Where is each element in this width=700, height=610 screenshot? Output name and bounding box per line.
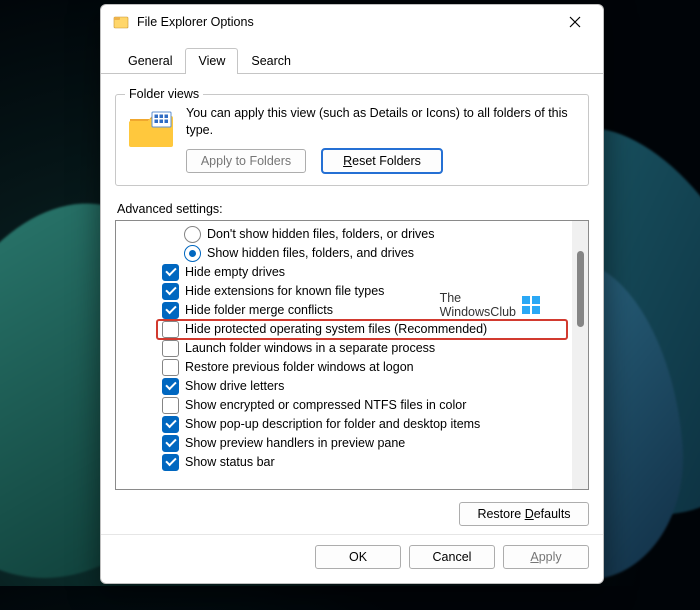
advanced-setting-row[interactable]: Hide extensions for known file types: [116, 282, 572, 301]
setting-label: Show hidden files, folders, and drives: [207, 246, 414, 260]
radio-button[interactable]: [184, 226, 201, 243]
setting-label: Show preview handlers in preview pane: [185, 436, 405, 450]
folder-views-group: Folder views You can apply this view (su…: [115, 94, 589, 186]
setting-label: Show status bar: [185, 455, 275, 469]
setting-label: Launch folder windows in a separate proc…: [185, 341, 435, 355]
setting-label: Hide extensions for known file types: [185, 284, 384, 298]
app-icon: [113, 14, 129, 30]
checkbox[interactable]: [162, 397, 179, 414]
advanced-setting-row[interactable]: Show preview handlers in preview pane: [116, 434, 572, 453]
reset-folders-button[interactable]: Reset Folders: [322, 149, 442, 173]
checkbox[interactable]: [162, 283, 179, 300]
tab-content: Folder views You can apply this view (su…: [101, 74, 603, 534]
titlebar: File Explorer Options: [101, 5, 603, 39]
checkbox[interactable]: [162, 435, 179, 452]
setting-label: Don't show hidden files, folders, or dri…: [207, 227, 435, 241]
setting-label: Hide empty drives: [185, 265, 285, 279]
ok-button[interactable]: OK: [315, 545, 401, 569]
advanced-settings-list[interactable]: Don't show hidden files, folders, or dri…: [116, 221, 572, 489]
cancel-button[interactable]: Cancel: [409, 545, 495, 569]
checkbox[interactable]: [162, 264, 179, 281]
tab-view[interactable]: View: [185, 48, 238, 74]
checkbox[interactable]: [162, 340, 179, 357]
scrollbar-thumb[interactable]: [577, 251, 584, 327]
close-icon: [569, 16, 581, 28]
advanced-setting-row[interactable]: Hide protected operating system files (R…: [116, 320, 572, 339]
checkbox[interactable]: [162, 302, 179, 319]
checkbox[interactable]: [162, 378, 179, 395]
setting-label: Restore previous folder windows at logon: [185, 360, 414, 374]
advanced-setting-row[interactable]: Hide folder merge conflicts: [116, 301, 572, 320]
file-explorer-options-dialog: File Explorer Options General View Searc…: [100, 4, 604, 584]
advanced-setting-row[interactable]: Restore previous folder windows at logon: [116, 358, 572, 377]
checkbox[interactable]: [162, 321, 179, 338]
restore-defaults-button[interactable]: Restore Defaults: [459, 502, 589, 526]
tab-strip: General View Search: [101, 39, 603, 74]
setting-label: Show encrypted or compressed NTFS files …: [185, 398, 466, 412]
setting-label: Hide folder merge conflicts: [185, 303, 333, 317]
apply-button[interactable]: Apply: [503, 545, 589, 569]
window-title: File Explorer Options: [137, 15, 553, 29]
folder-views-title: Folder views: [125, 87, 203, 101]
scrollbar[interactable]: [572, 221, 588, 489]
tab-search[interactable]: Search: [238, 48, 304, 74]
advanced-settings-box: Don't show hidden files, folders, or dri…: [115, 220, 589, 490]
advanced-setting-row[interactable]: Show pop-up description for folder and d…: [116, 415, 572, 434]
advanced-setting-row[interactable]: Show drive letters: [116, 377, 572, 396]
checkbox[interactable]: [162, 359, 179, 376]
radio-button[interactable]: [184, 245, 201, 262]
setting-label: Hide protected operating system files (R…: [185, 322, 487, 336]
advanced-setting-row[interactable]: Show status bar: [116, 453, 572, 472]
checkbox[interactable]: [162, 416, 179, 433]
tab-general[interactable]: General: [115, 48, 185, 74]
advanced-setting-row[interactable]: Show encrypted or compressed NTFS files …: [116, 396, 572, 415]
advanced-setting-row[interactable]: Show hidden files, folders, and drives: [116, 244, 572, 263]
advanced-setting-row[interactable]: Don't show hidden files, folders, or dri…: [116, 225, 572, 244]
folder-icon: [128, 109, 174, 149]
setting-label: Show pop-up description for folder and d…: [185, 417, 480, 431]
advanced-setting-row[interactable]: Hide empty drives: [116, 263, 572, 282]
close-button[interactable]: [553, 7, 597, 37]
apply-to-folders-button[interactable]: Apply to Folders: [186, 149, 306, 173]
folder-views-description: You can apply this view (such as Details…: [186, 105, 576, 139]
advanced-setting-row[interactable]: Launch folder windows in a separate proc…: [116, 339, 572, 358]
setting-label: Show drive letters: [185, 379, 284, 393]
advanced-settings-label: Advanced settings:: [117, 202, 589, 216]
dialog-buttons: OK Cancel Apply: [101, 534, 603, 583]
checkbox[interactable]: [162, 454, 179, 471]
